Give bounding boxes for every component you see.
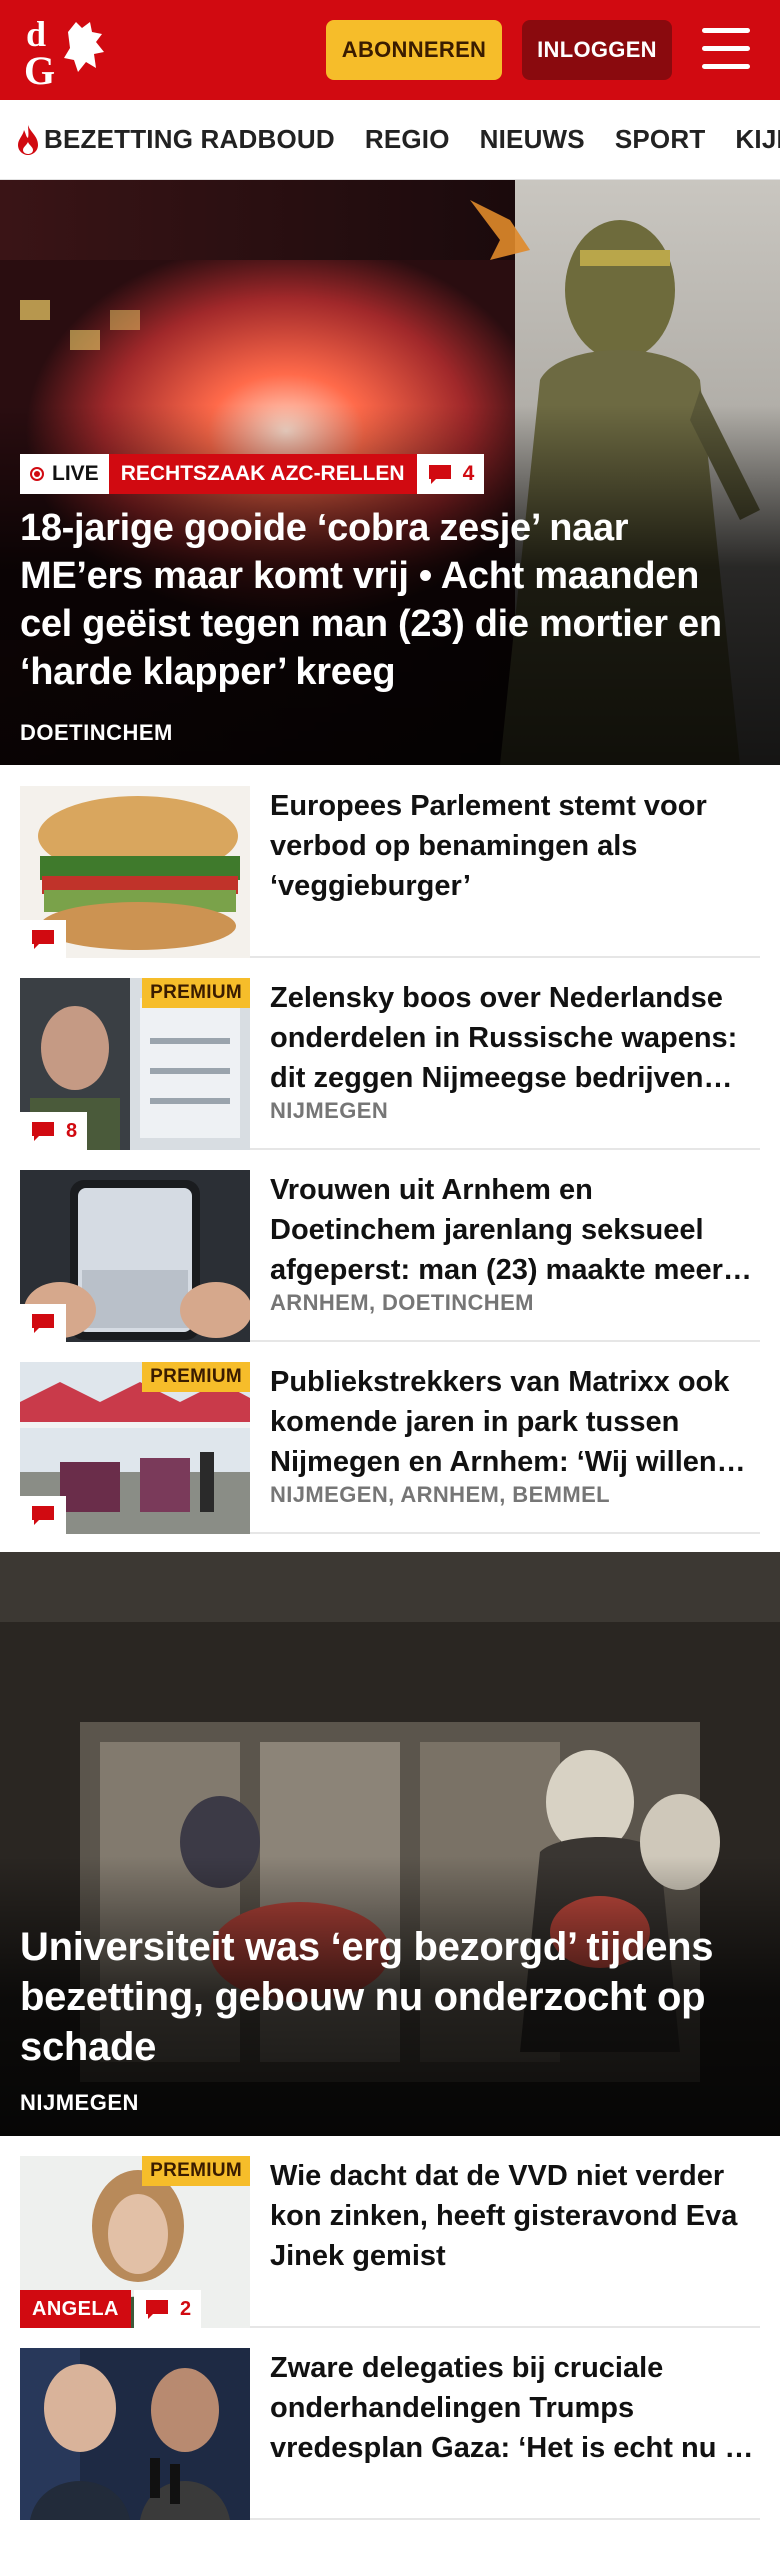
hero-badges: LIVE RECHTSZAAK AZC-RELLEN 4 — [20, 454, 485, 494]
thumbnail — [20, 786, 250, 958]
thumbnail: PREMIUM 8 — [20, 978, 250, 1150]
list-item[interactable]: Zware delegaties bij cruciale onderhande… — [20, 2348, 760, 2520]
logo[interactable]: d G — [24, 12, 114, 93]
live-dot-icon — [30, 467, 44, 481]
nav-item-label: KIJK — [735, 124, 780, 154]
nav-item-bezetting-radboud[interactable]: BEZETTING RADBOUD — [16, 124, 335, 156]
live-label: LIVE — [52, 462, 99, 485]
comment-badge[interactable] — [20, 1304, 66, 1342]
thumbnail — [20, 1170, 250, 1342]
thumbnail — [20, 2348, 250, 2520]
nav-item-label: BEZETTING RADBOUD — [44, 124, 335, 154]
article-title[interactable]: Wie dacht dat de VVD niet verder kon zin… — [270, 2156, 760, 2276]
list-item[interactable]: Vrouwen uit Arnhem en Doetinchem jarenla… — [20, 1170, 760, 1342]
article-title[interactable]: Publiekstrekkers van Matrixx ook komende… — [270, 1362, 760, 1482]
hamburger-icon[interactable] — [698, 26, 754, 72]
hero-article[interactable]: LIVE RECHTSZAAK AZC-RELLEN 4 18-jarige g… — [0, 180, 780, 765]
premium-badge: PREMIUM — [142, 1362, 250, 1392]
hero-place: DOETINCHEM — [20, 720, 173, 745]
live-badge: LIVE — [20, 454, 109, 494]
hero-title[interactable]: 18-jarige gooide ‘cobra zesje’ naar ME’e… — [20, 504, 760, 696]
nav-item-label: REGIO — [364, 124, 450, 154]
comment-badge[interactable]: 8 — [20, 1112, 88, 1150]
topic-badge: RECHTSZAAK AZC-RELLEN — [108, 454, 417, 494]
comment-icon — [428, 465, 451, 484]
comment-icon — [32, 1314, 54, 1333]
comment-count: 4 — [462, 462, 475, 485]
comment-count: 8 — [66, 1119, 78, 1142]
author-badge: ANGELA — [20, 2290, 131, 2328]
thumbnail: PREMIUM ANGELA 2 — [20, 2156, 250, 2328]
nav-item-sport[interactable]: SPORT — [615, 124, 706, 155]
comment-badge[interactable]: 2 — [134, 2290, 202, 2328]
premium-badge: PREMIUM — [142, 978, 250, 1008]
comment-badge[interactable] — [20, 920, 66, 958]
premium-badge: PREMIUM — [142, 2156, 250, 2186]
nav-item-kijk[interactable]: KIJK — [735, 124, 780, 155]
list-item[interactable]: PREMIUM 8 Zelensky boos over Nederlandse… — [20, 978, 760, 1150]
comment-count-badge[interactable]: 4 — [416, 454, 485, 494]
feature-place: NIJMEGEN — [20, 2090, 139, 2115]
article-title[interactable]: Europees Parlement stemt voor verbod op … — [270, 786, 760, 906]
feature-article[interactable]: Universiteit was ‘erg bezorgd’ tijdens b… — [0, 1552, 780, 2136]
list-item[interactable]: PREMIUM ANGELA 2 Wie dacht dat de VVD ni… — [20, 2156, 760, 2328]
svg-text:G: G — [24, 48, 55, 88]
nav-item-regio[interactable]: REGIO — [365, 124, 450, 155]
list-item[interactable]: Europees Parlement stemt voor verbod op … — [20, 786, 760, 958]
nav-item-label: NIEUWS — [479, 124, 585, 154]
comment-badge[interactable] — [20, 1496, 66, 1534]
feature-title[interactable]: Universiteit was ‘erg bezorgd’ tijdens b… — [20, 1922, 760, 2072]
comment-icon — [32, 930, 54, 949]
article-title[interactable]: Vrouwen uit Arnhem en Doetinchem jarenla… — [270, 1170, 760, 1290]
article-title[interactable]: Zware delegaties bij cruciale onderhande… — [270, 2348, 760, 2468]
article-place: NIJMEGEN — [270, 1098, 389, 1123]
comment-icon — [32, 1506, 54, 1525]
top-bar: d G ABONNEREN INLOGGEN — [0, 0, 780, 100]
thumbnail: PREMIUM — [20, 1362, 250, 1534]
comment-icon — [146, 2300, 168, 2319]
nav-item-label: SPORT — [614, 124, 706, 154]
article-place: ARNHEM, DOETINCHEM — [270, 1290, 534, 1315]
section-nav: BEZETTING RADBOUD REGIO NIEUWS SPORT KIJ… — [0, 100, 780, 180]
article-title[interactable]: Zelensky boos over Nederlandse onderdele… — [270, 978, 760, 1098]
delegation-image — [20, 2348, 250, 2520]
flame-icon — [18, 124, 38, 155]
comment-count: 2 — [180, 2297, 192, 2320]
login-button[interactable]: INLOGGEN — [522, 20, 672, 80]
comment-icon — [32, 1122, 54, 1141]
list-item[interactable]: PREMIUM Publiekstrekkers van Matrixx ook… — [20, 1362, 760, 1534]
subscribe-button[interactable]: ABONNEREN — [326, 20, 502, 80]
nav-item-nieuws[interactable]: NIEUWS — [480, 124, 585, 155]
article-place: NIJMEGEN, ARNHEM, BEMMEL — [270, 1482, 611, 1507]
